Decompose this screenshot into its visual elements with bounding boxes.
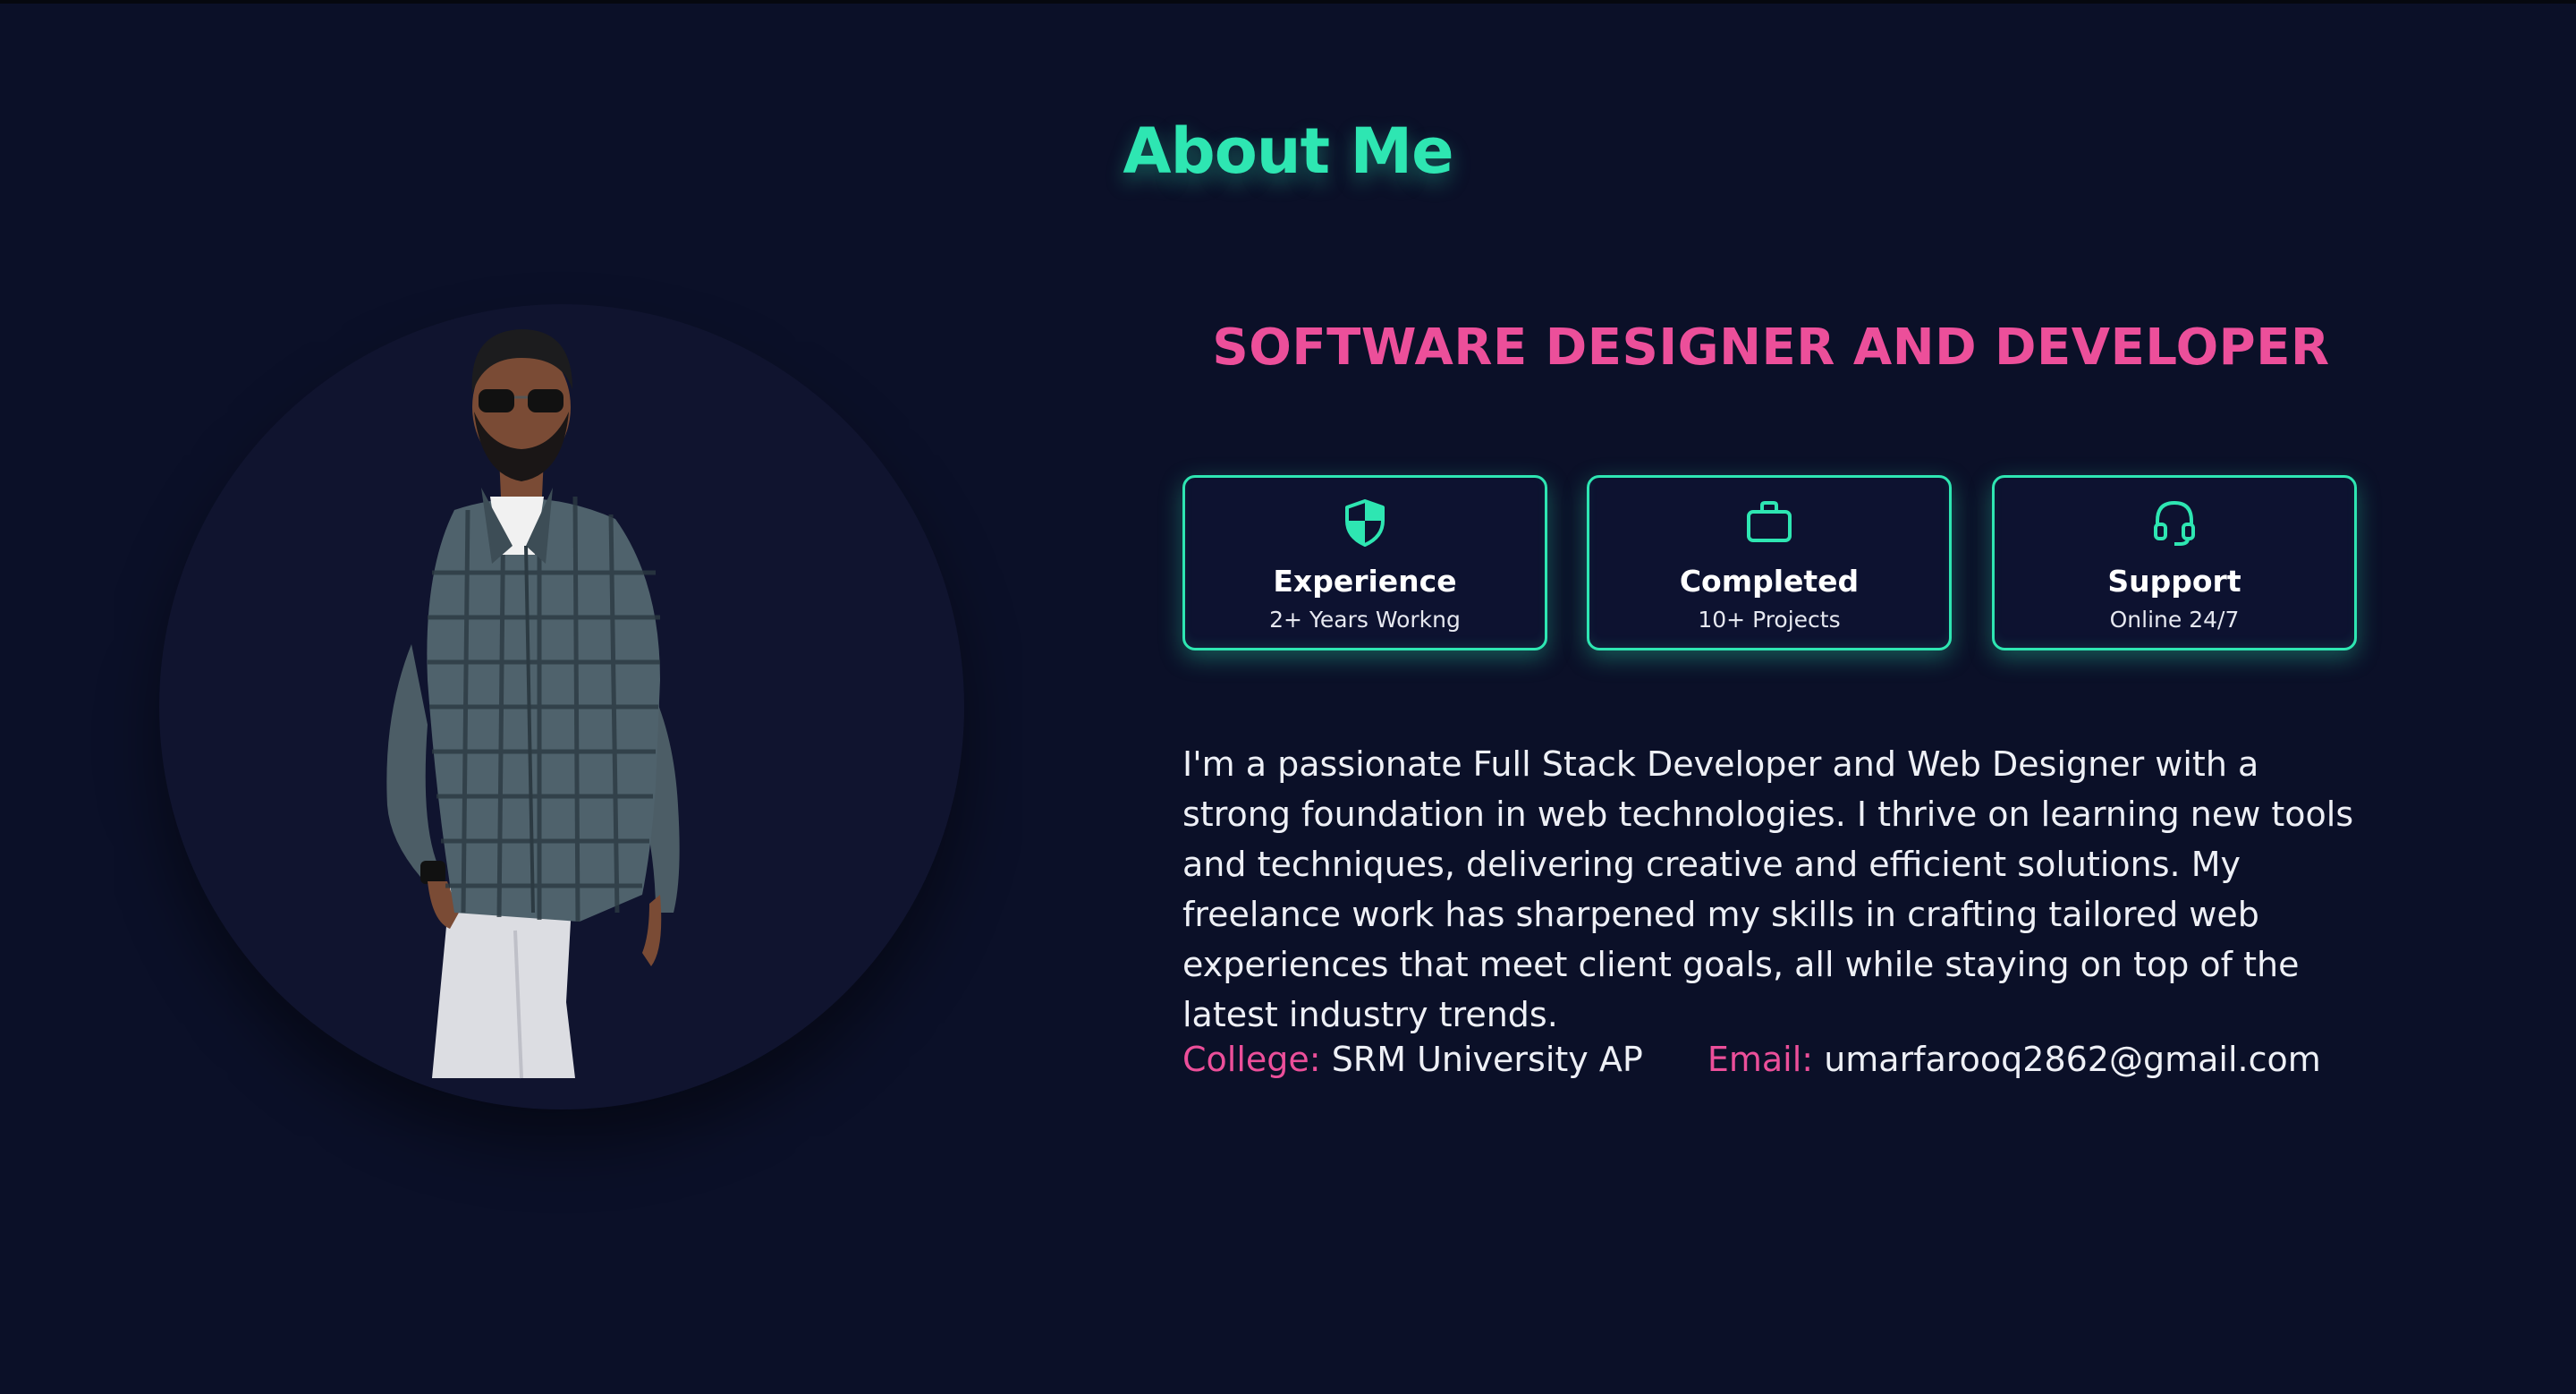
card-title: Support (2107, 564, 2241, 599)
college-value: SRM University AP (1331, 1040, 1643, 1079)
card-title: Experience (1273, 564, 1457, 599)
section-subtitle: SOFTWARE DESIGNER AND DEVELOPER (1212, 319, 2330, 377)
briefcase-icon (1747, 501, 1792, 542)
section-title: About Me (1123, 115, 1453, 188)
college-label: College: (1182, 1040, 1321, 1079)
email-value[interactable]: umarfarooq2862@gmail.com (1824, 1040, 2321, 1079)
headset-icon (2154, 500, 2195, 546)
card-subtitle: 10+ Projects (1698, 607, 1841, 633)
support-card: Support Online 24/7 (1992, 475, 2357, 650)
top-border (0, 0, 2576, 4)
card-subtitle: Online 24/7 (2109, 607, 2240, 633)
shield-icon (1345, 499, 1385, 547)
stats-cards: Experience 2+ Years Workng Completed 10+… (1182, 475, 2359, 650)
completed-card: Completed 10+ Projects (1587, 475, 1952, 650)
profile-photo (386, 329, 680, 1079)
card-title: Completed (1679, 564, 1860, 599)
contact-info: College: SRM University AP Email: umarfa… (1182, 1040, 2321, 1079)
profile-photo-circle (159, 304, 964, 1109)
bio-paragraph: I'm a passionate Full Stack Developer an… (1182, 744, 2354, 1034)
experience-card: Experience 2+ Years Workng (1182, 475, 1547, 650)
email-label: Email: (1707, 1040, 1814, 1079)
email-group: Email: umarfarooq2862@gmail.com (1707, 1040, 2321, 1079)
card-subtitle: 2+ Years Workng (1269, 607, 1461, 633)
